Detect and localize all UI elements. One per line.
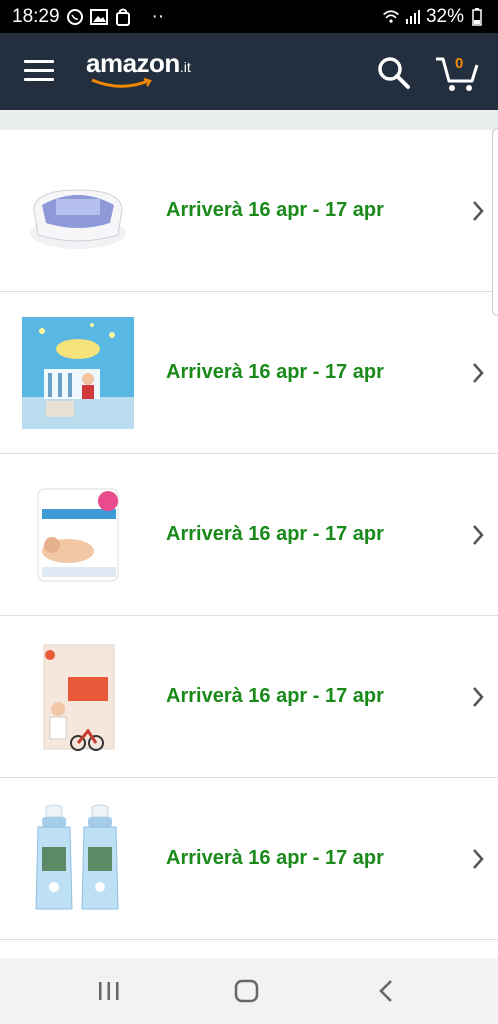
back-icon[interactable] (372, 976, 402, 1006)
chevron-right-icon (473, 524, 484, 545)
status-dots: ·· (151, 5, 165, 27)
cart-button[interactable]: 0 (434, 53, 480, 93)
home-icon[interactable] (232, 976, 262, 1006)
logo-name: amazon (86, 48, 180, 78)
product-image-bottles (22, 803, 134, 915)
status-time: 18:29 (12, 5, 60, 27)
amazon-logo[interactable]: amazon.it (86, 48, 191, 88)
product-image-waterwipes (22, 479, 134, 591)
system-nav-bar (0, 958, 498, 1024)
signal-icon (404, 8, 422, 26)
order-row[interactable]: Arriverà 16 apr - 17 apr (0, 454, 498, 616)
product-image-book (22, 641, 134, 753)
wifi-icon (382, 8, 400, 26)
order-row[interactable]: Arriverà 16 apr - 17 apr (0, 130, 498, 292)
delivery-text: Arriverà 16 apr - 17 apr (166, 685, 384, 707)
status-bar: 18:29 ·· 32% (0, 0, 498, 33)
recent-apps-icon[interactable] (94, 976, 124, 1006)
shopping-bag-icon (114, 8, 132, 26)
delivery-text: Arriverà 16 apr - 17 apr (166, 361, 384, 383)
orders-list: Arriverà 16 apr - 17 apr Arriverà 16 apr… (0, 130, 498, 958)
delivery-text: Arriverà 16 apr - 17 apr (166, 199, 384, 221)
product-image-sterilizer (22, 155, 134, 267)
scroll-indicator[interactable] (492, 128, 498, 316)
smile-icon (91, 78, 152, 88)
cart-count: 0 (455, 55, 464, 72)
logo-tld: .it (179, 59, 191, 75)
search-icon[interactable] (376, 55, 412, 91)
whatsapp-icon (66, 8, 84, 26)
chevron-right-icon (473, 362, 484, 383)
battery-percent: 32% (425, 5, 464, 27)
chevron-right-icon (473, 200, 484, 221)
battery-icon (468, 7, 486, 26)
order-row[interactable]: Arriverà 16 apr - 17 apr (0, 292, 498, 454)
delivery-text: Arriverà 16 apr - 17 apr (166, 847, 384, 869)
delivery-text: Arriverà 16 apr - 17 apr (166, 523, 384, 545)
order-row[interactable]: Arriverà 16 apr - 17 apr (0, 616, 498, 778)
product-image-wall-decal (22, 316, 134, 429)
app-header: amazon.it 0 (0, 33, 498, 110)
gallery-icon (89, 8, 108, 26)
chevron-right-icon (473, 686, 484, 707)
order-row[interactable]: Arriverà 16 apr - 17 apr (0, 778, 498, 940)
chevron-right-icon (473, 848, 484, 869)
menu-icon[interactable] (24, 60, 54, 84)
